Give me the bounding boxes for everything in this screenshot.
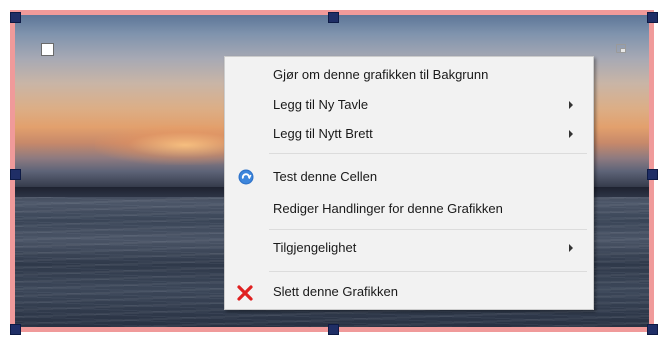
resize-handle-bottom-center[interactable] [328, 324, 339, 335]
menu-separator [269, 271, 587, 272]
resize-handle-bottom-right[interactable] [647, 324, 658, 335]
select-checkbox[interactable] [41, 43, 54, 56]
menu-item-label: Tilgjengelighet [273, 240, 357, 255]
menu-item-test-cell[interactable]: Test denne Cellen [225, 164, 593, 190]
menu-separator [269, 153, 587, 154]
menu-item-label: Gjør om denne grafikken til Bakgrunn [273, 67, 489, 82]
menu-item-add-new-tray[interactable]: Legg til Nytt Brett [225, 121, 593, 147]
resize-handle-middle-left[interactable] [10, 169, 21, 180]
resize-handle-middle-right[interactable] [647, 169, 658, 180]
delete-x-icon [237, 285, 253, 301]
menu-item-label: Legg til Nytt Brett [273, 126, 373, 141]
menu-item-label: Slett denne Grafikken [273, 284, 399, 299]
menu-item-label: Test denne Cellen [273, 169, 378, 184]
test-icon [238, 169, 254, 185]
submenu-arrow-icon [569, 101, 573, 109]
menu-item-edit-actions[interactable]: Rediger Handlinger for denne Grafikken [225, 196, 593, 222]
copy-icon[interactable] [616, 44, 626, 53]
resize-handle-top-left[interactable] [10, 12, 21, 23]
submenu-arrow-icon [569, 244, 573, 252]
submenu-arrow-icon [569, 130, 573, 138]
resize-handle-top-right[interactable] [647, 12, 658, 23]
menu-separator [269, 229, 587, 230]
menu-item-make-background[interactable]: Gjør om denne grafikken til Bakgrunn [225, 62, 593, 88]
resize-handle-bottom-left[interactable] [10, 324, 21, 335]
menu-item-accessibility[interactable]: Tilgjengelighet [225, 235, 593, 261]
menu-item-delete-graphic[interactable]: Slett denne Grafikken [225, 279, 593, 305]
context-menu: Gjør om denne grafikken til Bakgrunn Leg… [224, 56, 594, 310]
menu-item-label: Legg til Ny Tavle [273, 97, 369, 112]
resize-handle-top-center[interactable] [328, 12, 339, 23]
menu-item-label: Rediger Handlinger for denne Grafikken [273, 201, 503, 216]
menu-item-add-new-board[interactable]: Legg til Ny Tavle [225, 92, 593, 118]
